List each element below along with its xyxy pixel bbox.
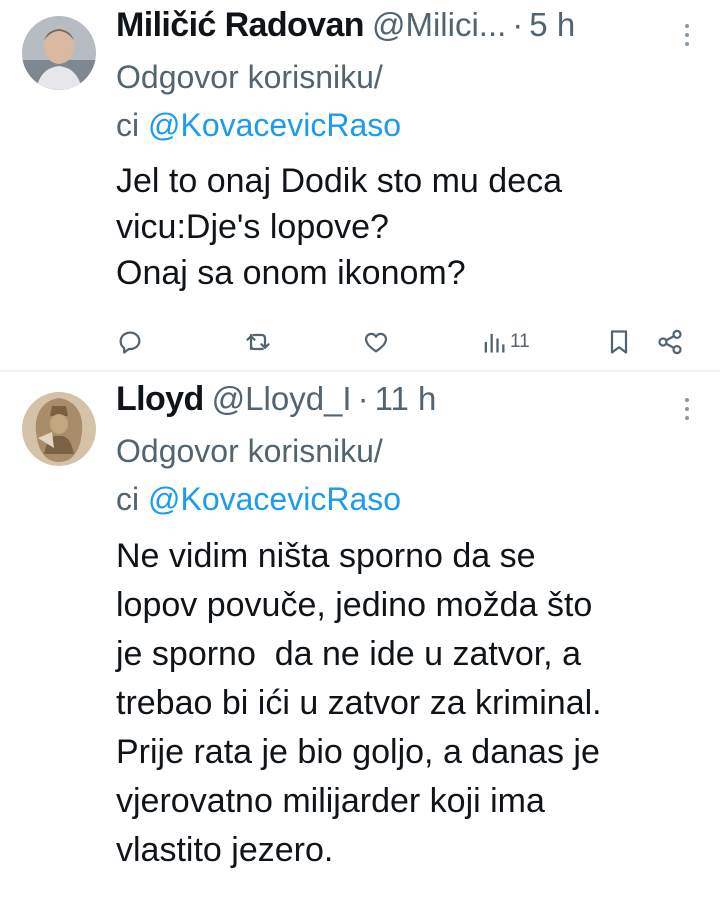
share-button[interactable] xyxy=(656,322,684,362)
separator-dot: · xyxy=(357,380,369,417)
retweet-button[interactable] xyxy=(244,322,272,362)
tweet-text: Ne vidim ništa sporno da se lopov povuče… xyxy=(116,537,602,869)
bookmark-button[interactable] xyxy=(606,322,632,362)
avatar[interactable] xyxy=(22,16,96,90)
views-button[interactable]: 11 xyxy=(482,322,530,362)
separator-dot: · xyxy=(512,6,524,43)
reply-line-2: ci @KovacevicRaso xyxy=(116,475,676,523)
tweet-text: Jel to onaj Dodik sto mu deca vicu:Dje's… xyxy=(116,162,563,292)
more-icon[interactable] xyxy=(682,398,692,420)
tweet-header: Miličić Radovan @Milici... · 5 h xyxy=(116,6,664,50)
reply-context: Odgovor korisniku/ ci @KovacevicRaso xyxy=(116,53,676,149)
views-icon xyxy=(484,333,505,353)
bookmark-icon xyxy=(610,330,628,354)
reply-context: Odgovor korisniku/ ci @KovacevicRaso xyxy=(116,427,676,523)
action-bar: 11 xyxy=(116,322,720,362)
reply-prefix-2: ci xyxy=(116,481,140,517)
retweet-icon xyxy=(246,333,270,351)
tweet-2[interactable]: Lloyd @Lloyd_I · 11 h Odgovor korisniku/… xyxy=(0,372,720,909)
timestamp[interactable]: 11 h xyxy=(375,380,437,418)
timestamp[interactable]: 5 h xyxy=(529,6,575,44)
avatar[interactable] xyxy=(22,392,96,466)
reply-line-2: ci @KovacevicRaso xyxy=(116,101,676,149)
reply-mention[interactable]: @KovacevicRaso xyxy=(148,107,401,143)
heart-icon xyxy=(364,332,388,353)
reply-prefix: Odgovor korisniku/ xyxy=(116,59,383,95)
author-name[interactable]: Miličić Radovan xyxy=(116,6,365,45)
reply-prefix-2: ci xyxy=(116,107,140,143)
reply-icon xyxy=(119,331,141,354)
reply-prefix: Odgovor korisniku/ xyxy=(116,433,383,469)
author-handle[interactable]: @Milici... xyxy=(372,6,506,44)
like-button[interactable] xyxy=(362,322,390,362)
author-name[interactable]: Lloyd xyxy=(116,380,204,419)
more-icon[interactable] xyxy=(682,24,692,46)
reply-mention[interactable]: @KovacevicRaso xyxy=(148,481,401,517)
share-icon xyxy=(658,329,682,355)
avatar-photo xyxy=(22,16,96,90)
tweet-1[interactable]: Miličić Radovan @Milici... · 5 h Odgovor… xyxy=(0,0,720,368)
tweet-header: Lloyd @Lloyd_I · 11 h xyxy=(116,380,664,424)
author-handle[interactable]: @Lloyd_I xyxy=(212,380,352,418)
avatar-photo xyxy=(22,392,96,466)
reply-button[interactable] xyxy=(116,322,144,362)
views-count: 11 xyxy=(510,331,530,352)
